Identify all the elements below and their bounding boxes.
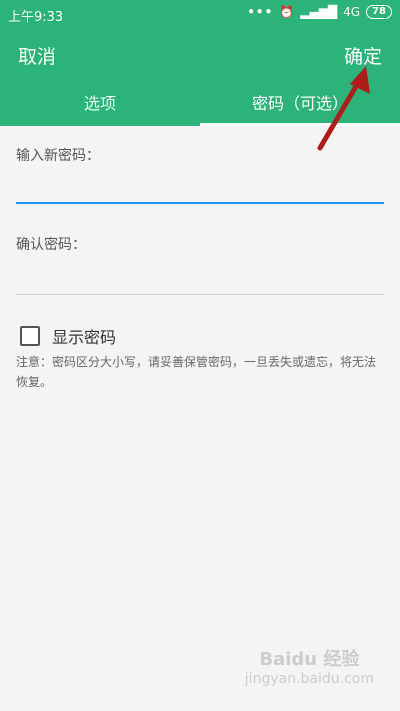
watermark-brand: Baidu 经验	[259, 649, 360, 670]
show-password-label: 显示密码	[52, 328, 117, 347]
confirm-password-label: 确认密码：	[16, 237, 86, 253]
status-bar: 上午9:33 ••• ⏰ ▂▄▆█ 4G 78	[0, 0, 400, 28]
battery-icon: 78	[366, 5, 392, 19]
password-note: 注意：密码区分大小写，请妥善保管密码，一旦丢失或遗忘，将无法恢复。	[16, 355, 377, 389]
watermark-domain: jingyan.baidu.com	[244, 671, 374, 687]
notification-dots-icon: •••	[247, 5, 274, 19]
signal-icon: ▂▄▆█	[300, 5, 338, 19]
alarm-icon: ⏰	[279, 5, 295, 19]
new-password-label: 输入新密码：	[16, 148, 100, 164]
app-bar: 取消 确定	[0, 28, 400, 82]
show-password-toggle[interactable]: 显示密码	[20, 324, 116, 348]
cancel-button[interactable]: 取消	[18, 42, 56, 69]
tab-password[interactable]: 密码（可选）	[200, 82, 400, 126]
confirm-button[interactable]: 确定	[344, 42, 382, 69]
watermark: Baidu 经验 jingyan.baidu.com	[245, 645, 374, 687]
confirm-password-input[interactable]	[16, 261, 384, 295]
checkbox-icon[interactable]	[20, 326, 40, 346]
tab-bar: 选项 密码（可选）	[0, 82, 400, 126]
status-time: 上午9:33	[8, 10, 64, 25]
new-password-input[interactable]	[16, 170, 384, 204]
network-type: 4G	[343, 5, 361, 19]
tab-options[interactable]: 选项	[0, 82, 200, 126]
status-icons: ••• ⏰ ▂▄▆█ 4G 78	[247, 5, 392, 19]
